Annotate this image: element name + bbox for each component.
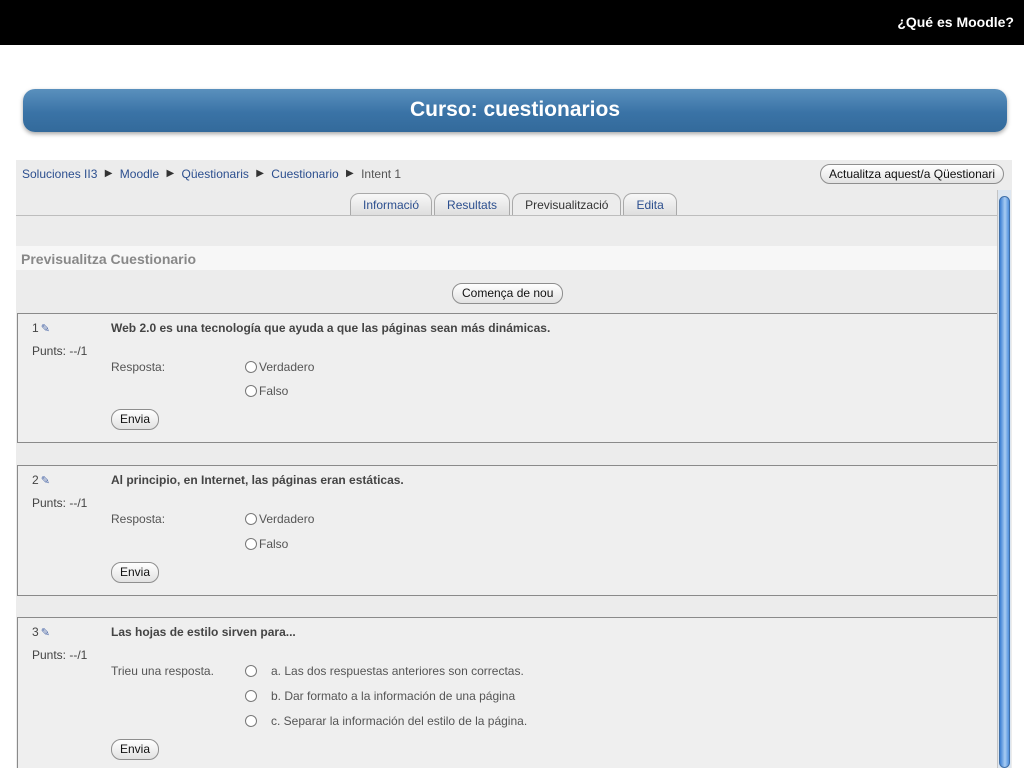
question-prompt: Resposta:	[111, 512, 166, 526]
slide-banner: Curso: cuestionarios	[23, 89, 1007, 132]
submit-button[interactable]: Envia	[111, 409, 160, 430]
pencil-icon[interactable]: ✎	[41, 322, 50, 335]
vertical-scrollbar[interactable]	[997, 190, 1011, 768]
question-prompt: Resposta:	[111, 360, 166, 374]
answer-option-falso[interactable]: Falso	[245, 537, 288, 551]
breadcrumb-separator-icon: ▶	[104, 168, 113, 180]
pencil-icon[interactable]: ✎	[41, 626, 50, 639]
tab-resultats[interactable]: Resultats	[434, 193, 511, 215]
question-points: Punts: --/1	[32, 496, 88, 510]
breadcrumb-item-current: Intent 1	[361, 166, 402, 181]
question-number: 1 ✎	[32, 321, 50, 335]
question-number: 2 ✎	[32, 473, 50, 487]
radio-button-icon[interactable]	[245, 538, 257, 550]
question-prompt: Trieu una resposta.	[111, 664, 214, 678]
start-again-button[interactable]: Comença de nou	[452, 283, 564, 304]
breadcrumb-separator-icon: ▶	[256, 168, 264, 180]
question-card-3: 3 ✎ Punts: --/1 Las hojas de estilo sirve…	[17, 617, 998, 768]
tab-edita[interactable]: Edita	[623, 193, 677, 215]
breadcrumb-item-soluciones[interactable]: Soluciones II3	[22, 167, 97, 181]
breadcrumb: Soluciones II3 ▶ Moodle ▶ Qüestionaris ▶…	[22, 166, 401, 181]
tab-previsualitzacio[interactable]: Previsualització	[512, 193, 622, 215]
breadcrumb-item-questionaris[interactable]: Qüestionaris	[182, 167, 249, 181]
answer-option-falso[interactable]: Falso	[245, 384, 288, 398]
submit-button[interactable]: Envia	[111, 739, 160, 760]
question-points: Punts: --/1	[32, 648, 88, 662]
answer-option-c[interactable]: c. Separar la información del estilo de …	[245, 714, 527, 728]
breadcrumb-item-moodle[interactable]: Moodle	[120, 167, 159, 181]
quiz-tabs: Informació Resultats Previsualització Ed…	[350, 193, 679, 215]
answer-option-verdadero[interactable]: Verdadero	[245, 360, 314, 374]
question-card-1: 1 ✎ Punts: --/1 Web 2.0 es una tecnología…	[17, 313, 998, 443]
radio-button-icon[interactable]	[245, 361, 257, 373]
breadcrumb-item-cuestionario[interactable]: Cuestionario	[271, 167, 338, 181]
slide-banner-title: Curso: cuestionarios	[409, 98, 621, 121]
question-text: Las hojas de estilo sirven para...	[111, 625, 296, 639]
radio-button-icon[interactable]	[245, 715, 257, 727]
question-points: Punts: --/1	[32, 344, 88, 358]
section-title: Previsualitza Cuestionario	[21, 251, 197, 267]
answer-option-b[interactable]: b. Dar formato a la información de una p…	[245, 689, 515, 703]
scrollbar-thumb[interactable]	[999, 196, 1010, 768]
tab-divider	[16, 215, 998, 216]
radio-button-icon[interactable]	[245, 690, 257, 702]
question-text: Web 2.0 es una tecnología que ayuda a qu…	[111, 321, 551, 335]
radio-button-icon[interactable]	[245, 385, 257, 397]
radio-button-icon[interactable]	[245, 513, 257, 525]
moodle-quiz-preview: Soluciones II3 ▶ Moodle ▶ Qüestionaris ▶…	[16, 160, 1012, 768]
pencil-icon[interactable]: ✎	[41, 474, 50, 487]
tab-informacio[interactable]: Informació	[350, 193, 433, 215]
submit-button[interactable]: Envia	[111, 562, 160, 583]
question-text: Al principio, en Internet, las páginas e…	[111, 473, 404, 487]
breadcrumb-separator-icon: ▶	[166, 168, 175, 180]
slide-header-title: ¿Qué es Moodle?	[897, 14, 1014, 30]
answer-option-a[interactable]: a. Las dos respuestas anteriores son cor…	[245, 664, 524, 678]
update-quiz-button[interactable]: Actualitza aquest/a Qüestionari	[820, 164, 1005, 184]
question-number: 3 ✎	[32, 625, 50, 639]
breadcrumb-separator-icon: ▶	[346, 168, 354, 180]
radio-button-icon[interactable]	[245, 665, 257, 677]
slide-header-bar: ¿Qué es Moodle?	[0, 0, 1024, 45]
question-card-2: 2 ✎ Punts: --/1 Al principio, en Internet…	[17, 465, 998, 596]
answer-option-verdadero[interactable]: Verdadero	[245, 512, 314, 526]
